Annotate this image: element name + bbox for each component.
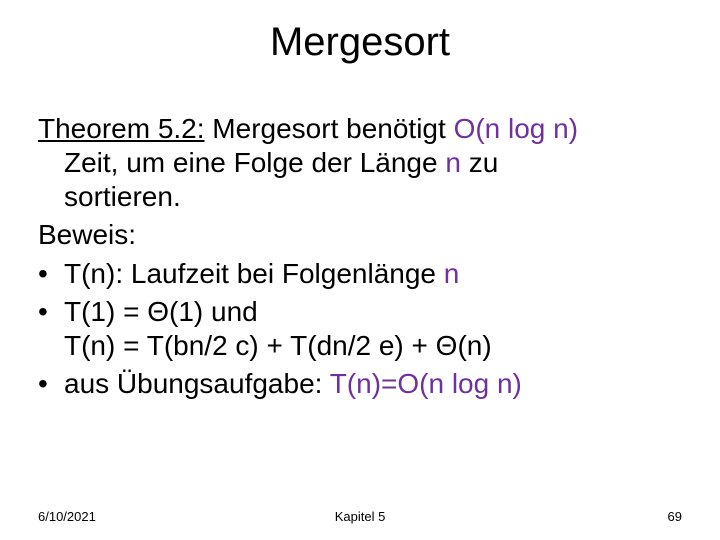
bullet-1-text: T(n): Laufzeit bei Folgenlänge n [64,257,682,291]
slide-body: Theorem 5.2: Mergesort benötigt O(n log … [38,112,682,405]
bullet-3-text: aus Übungsaufgabe: T(n)=O(n log n) [64,367,682,401]
bullet-1-pre: T(n): Laufzeit bei Folgenlänge [64,258,444,289]
bullet-dot-icon: • [38,367,64,401]
theorem-text-tail: sortieren. [64,181,181,212]
bullet-dot-icon: • [38,257,64,291]
bullet-3-pre: aus Übungsaufgabe: [64,368,330,399]
bullet-2-line2: T(n) = T(bn/2 c) + T(dn/2 e) + Θ(n) [64,329,682,363]
theorem-text-1: Mergesort benötigt [205,113,454,144]
theorem-accent-1: O(n log n) [454,113,579,144]
theorem-paragraph: Theorem 5.2: Mergesort benötigt O(n log … [38,112,682,214]
slide-title: Mergesort [0,20,720,65]
proof-label: Beweis: [38,218,682,252]
theorem-line3: sortieren. [38,180,682,214]
footer-chapter: Kapitel 5 [38,509,682,524]
theorem-accent-2: n [445,147,461,178]
slide-footer: 6/10/2021 Kapitel 5 69 [38,509,682,524]
theorem-text-mid-b: zu [461,147,498,178]
bullet-dot-icon: • [38,295,64,329]
bullet-3: • aus Übungsaufgabe: T(n)=O(n log n) [38,367,682,401]
bullet-2-line1: T(1) = Θ(1) und [64,295,682,329]
bullet-1: • T(n): Laufzeit bei Folgenlänge n [38,257,682,291]
bullet-2-text: T(1) = Θ(1) und T(n) = T(bn/2 c) + T(dn/… [64,295,682,363]
theorem-label: Theorem 5.2: [38,113,205,144]
slide: Mergesort Theorem 5.2: Mergesort benötig… [0,0,720,540]
bullet-1-accent: n [444,258,460,289]
theorem-text-mid-a: Zeit, um eine Folge der Länge [64,147,445,178]
theorem-line2: Zeit, um eine Folge der Länge n zu [38,146,682,180]
bullet-2: • T(1) = Θ(1) und T(n) = T(bn/2 c) + T(d… [38,295,682,363]
bullet-3-accent: T(n)=O(n log n) [330,368,522,399]
